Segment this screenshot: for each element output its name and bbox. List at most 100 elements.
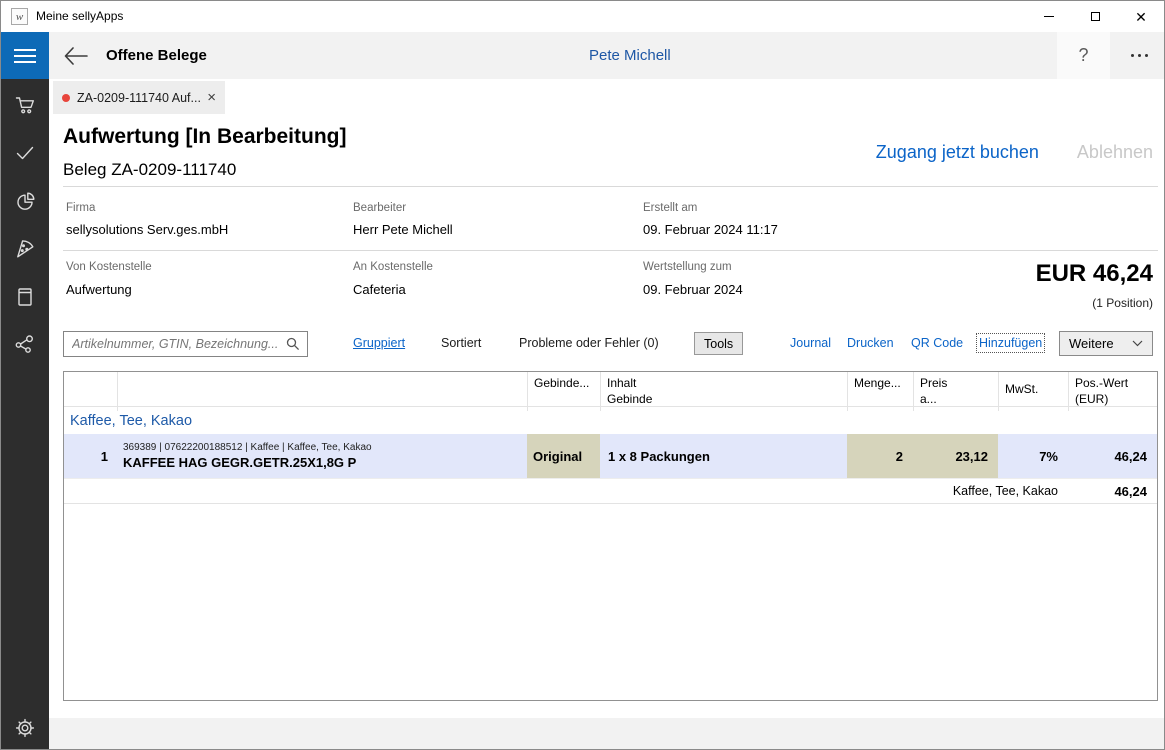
field-value-an-kostenstelle: Cafeteria: [353, 282, 406, 297]
search-box: [63, 331, 308, 357]
window-title: Meine sellyApps: [36, 9, 123, 23]
header-mwst[interactable]: MwSt.: [998, 372, 1068, 411]
ellipsis-icon: [1131, 54, 1134, 57]
settings-gear-icon: [13, 716, 37, 740]
more-button[interactable]: [1117, 32, 1162, 79]
total-positions: (1 Position): [1092, 296, 1153, 310]
field-label-wertstellung: Wertstellung zum: [643, 261, 732, 273]
header-gebinde[interactable]: Gebinde...: [527, 372, 600, 411]
article-name: KAFFEE HAG GEGR.GETR.25X1,8G P: [123, 455, 356, 470]
field-value-bearbeiter: Herr Pete Michell: [353, 222, 453, 237]
sidebar-item-share[interactable]: [1, 321, 49, 369]
sidebar-item-tasks[interactable]: [1, 129, 49, 177]
header-rownum: [64, 372, 117, 411]
header-pos-wert[interactable]: Pos.-Wert (EUR): [1068, 372, 1157, 411]
window-controls: ✕: [1026, 1, 1164, 32]
table-row[interactable]: 1 369389 | 07622200188512 | Kaffee | Kaf…: [64, 434, 1157, 478]
notebook-icon: [13, 285, 37, 309]
header-article: [117, 372, 527, 411]
inhalt-cell: 1 x 8 Packungen: [600, 434, 847, 478]
close-icon: ✕: [1135, 10, 1147, 24]
shopping-cart-icon: [13, 93, 37, 117]
sidebar: [1, 79, 49, 749]
app-logo-icon: w: [11, 8, 28, 25]
field-label-an-kostenstelle: An Kostenstelle: [353, 261, 433, 273]
back-arrow-icon: [64, 47, 88, 65]
sidebar-item-reports[interactable]: [1, 177, 49, 225]
tools-button[interactable]: Tools: [694, 332, 743, 355]
positions-table: Gebinde... Inhalt Gebinde Menge... Preis…: [63, 371, 1158, 701]
summary-value: 46,24: [1068, 479, 1157, 503]
unsaved-dot-icon: [62, 94, 70, 102]
add-link[interactable]: Hinzufügen: [979, 336, 1042, 350]
share-icon: [13, 333, 37, 357]
document-panel: Aufwertung [In Bearbeitung] Beleg ZA-020…: [49, 114, 1165, 719]
minimize-button[interactable]: [1026, 1, 1072, 32]
search-icon[interactable]: [286, 337, 300, 351]
app-header: Offene Belege Pete Michell ?: [1, 32, 1164, 79]
back-button[interactable]: [59, 32, 93, 79]
preis-cell: 23,12: [913, 434, 998, 478]
maximize-icon: [1091, 12, 1100, 21]
more-actions-button[interactable]: Weitere: [1059, 331, 1153, 356]
print-link[interactable]: Drucken: [847, 336, 894, 350]
pizza-slice-icon: [13, 237, 37, 261]
field-value-firma: sellysolutions Serv.ges.mbH: [66, 222, 228, 237]
footer-bar: [49, 718, 1165, 749]
maximize-button[interactable]: [1072, 1, 1118, 32]
divider: [63, 186, 1158, 187]
pos-wert-cell: 46,24: [1068, 434, 1157, 478]
group-summary-row: Kaffee, Tee, Kakao 46,24: [64, 478, 1157, 504]
field-label-bearbeiter: Bearbeiter: [353, 202, 406, 214]
sidebar-item-cart[interactable]: [1, 81, 49, 129]
divider: [63, 250, 1158, 251]
toggle-grouped[interactable]: Gruppiert: [353, 336, 405, 350]
more-actions-label: Weitere: [1069, 336, 1114, 351]
reject-button[interactable]: Ablehnen: [1077, 142, 1153, 163]
tab-label: ZA-0209-111740 Auf...: [77, 91, 200, 105]
sidebar-item-settings[interactable]: [1, 704, 49, 750]
toggle-sorted[interactable]: Sortiert: [441, 336, 481, 350]
menge-cell: 2: [847, 434, 913, 478]
book-now-button[interactable]: Zugang jetzt buchen: [876, 142, 1039, 163]
sidebar-item-journal[interactable]: [1, 273, 49, 321]
tab-bar: ZA-0209-111740 Auf... ×: [49, 79, 1165, 114]
summary-label: Kaffee, Tee, Kakao: [64, 479, 1068, 503]
minimize-icon: [1044, 16, 1054, 17]
app-window: w Meine sellyApps ✕ Offene Belege Pete M…: [0, 0, 1165, 750]
menu-button[interactable]: [1, 32, 49, 79]
document-subtitle: Beleg ZA-0209-111740: [63, 160, 236, 180]
field-label-firma: Firma: [66, 202, 95, 214]
header-menge[interactable]: Menge...: [847, 372, 913, 411]
tab-close-icon[interactable]: ×: [207, 90, 216, 105]
page-title: Offene Belege: [106, 32, 207, 79]
total-amount: EUR 46,24: [1036, 260, 1153, 288]
article-meta: 369389 | 07622200188512 | Kaffee | Kaffe…: [123, 442, 372, 453]
title-bar: w Meine sellyApps ✕: [1, 1, 1164, 32]
header-preis[interactable]: Preis a...: [913, 372, 998, 411]
pie-chart-icon: [13, 189, 37, 213]
gebinde-cell: Original: [527, 434, 600, 478]
checkmark-icon: [13, 141, 37, 165]
field-value-von-kostenstelle: Aufwertung: [66, 282, 132, 297]
journal-link[interactable]: Journal: [790, 336, 831, 350]
help-button[interactable]: ?: [1057, 32, 1110, 79]
toggle-problems[interactable]: Probleme oder Fehler (0): [519, 336, 659, 350]
tab-document[interactable]: ZA-0209-111740 Auf... ×: [53, 81, 225, 114]
field-value-erstellt: 09. Februar 2024 11:17: [643, 222, 778, 237]
user-name[interactable]: Pete Michell: [589, 32, 671, 79]
mwst-cell: 7%: [998, 434, 1068, 478]
row-number: 1: [64, 434, 117, 478]
qr-code-link[interactable]: QR Code: [911, 336, 963, 350]
sidebar-item-products[interactable]: [1, 225, 49, 273]
field-value-wertstellung: 09. Februar 2024: [643, 282, 743, 297]
header-inhalt-gebinde[interactable]: Inhalt Gebinde: [600, 372, 847, 411]
document-actions: Zugang jetzt buchen Ablehnen: [876, 142, 1153, 163]
search-input[interactable]: [63, 331, 308, 357]
close-button[interactable]: ✕: [1118, 1, 1164, 32]
field-label-erstellt: Erstellt am: [643, 202, 697, 214]
field-label-von-kostenstelle: Von Kostenstelle: [66, 261, 152, 273]
document-title: Aufwertung [In Bearbeitung]: [63, 125, 346, 149]
hamburger-icon: [14, 49, 36, 51]
chevron-down-icon: [1132, 340, 1143, 347]
